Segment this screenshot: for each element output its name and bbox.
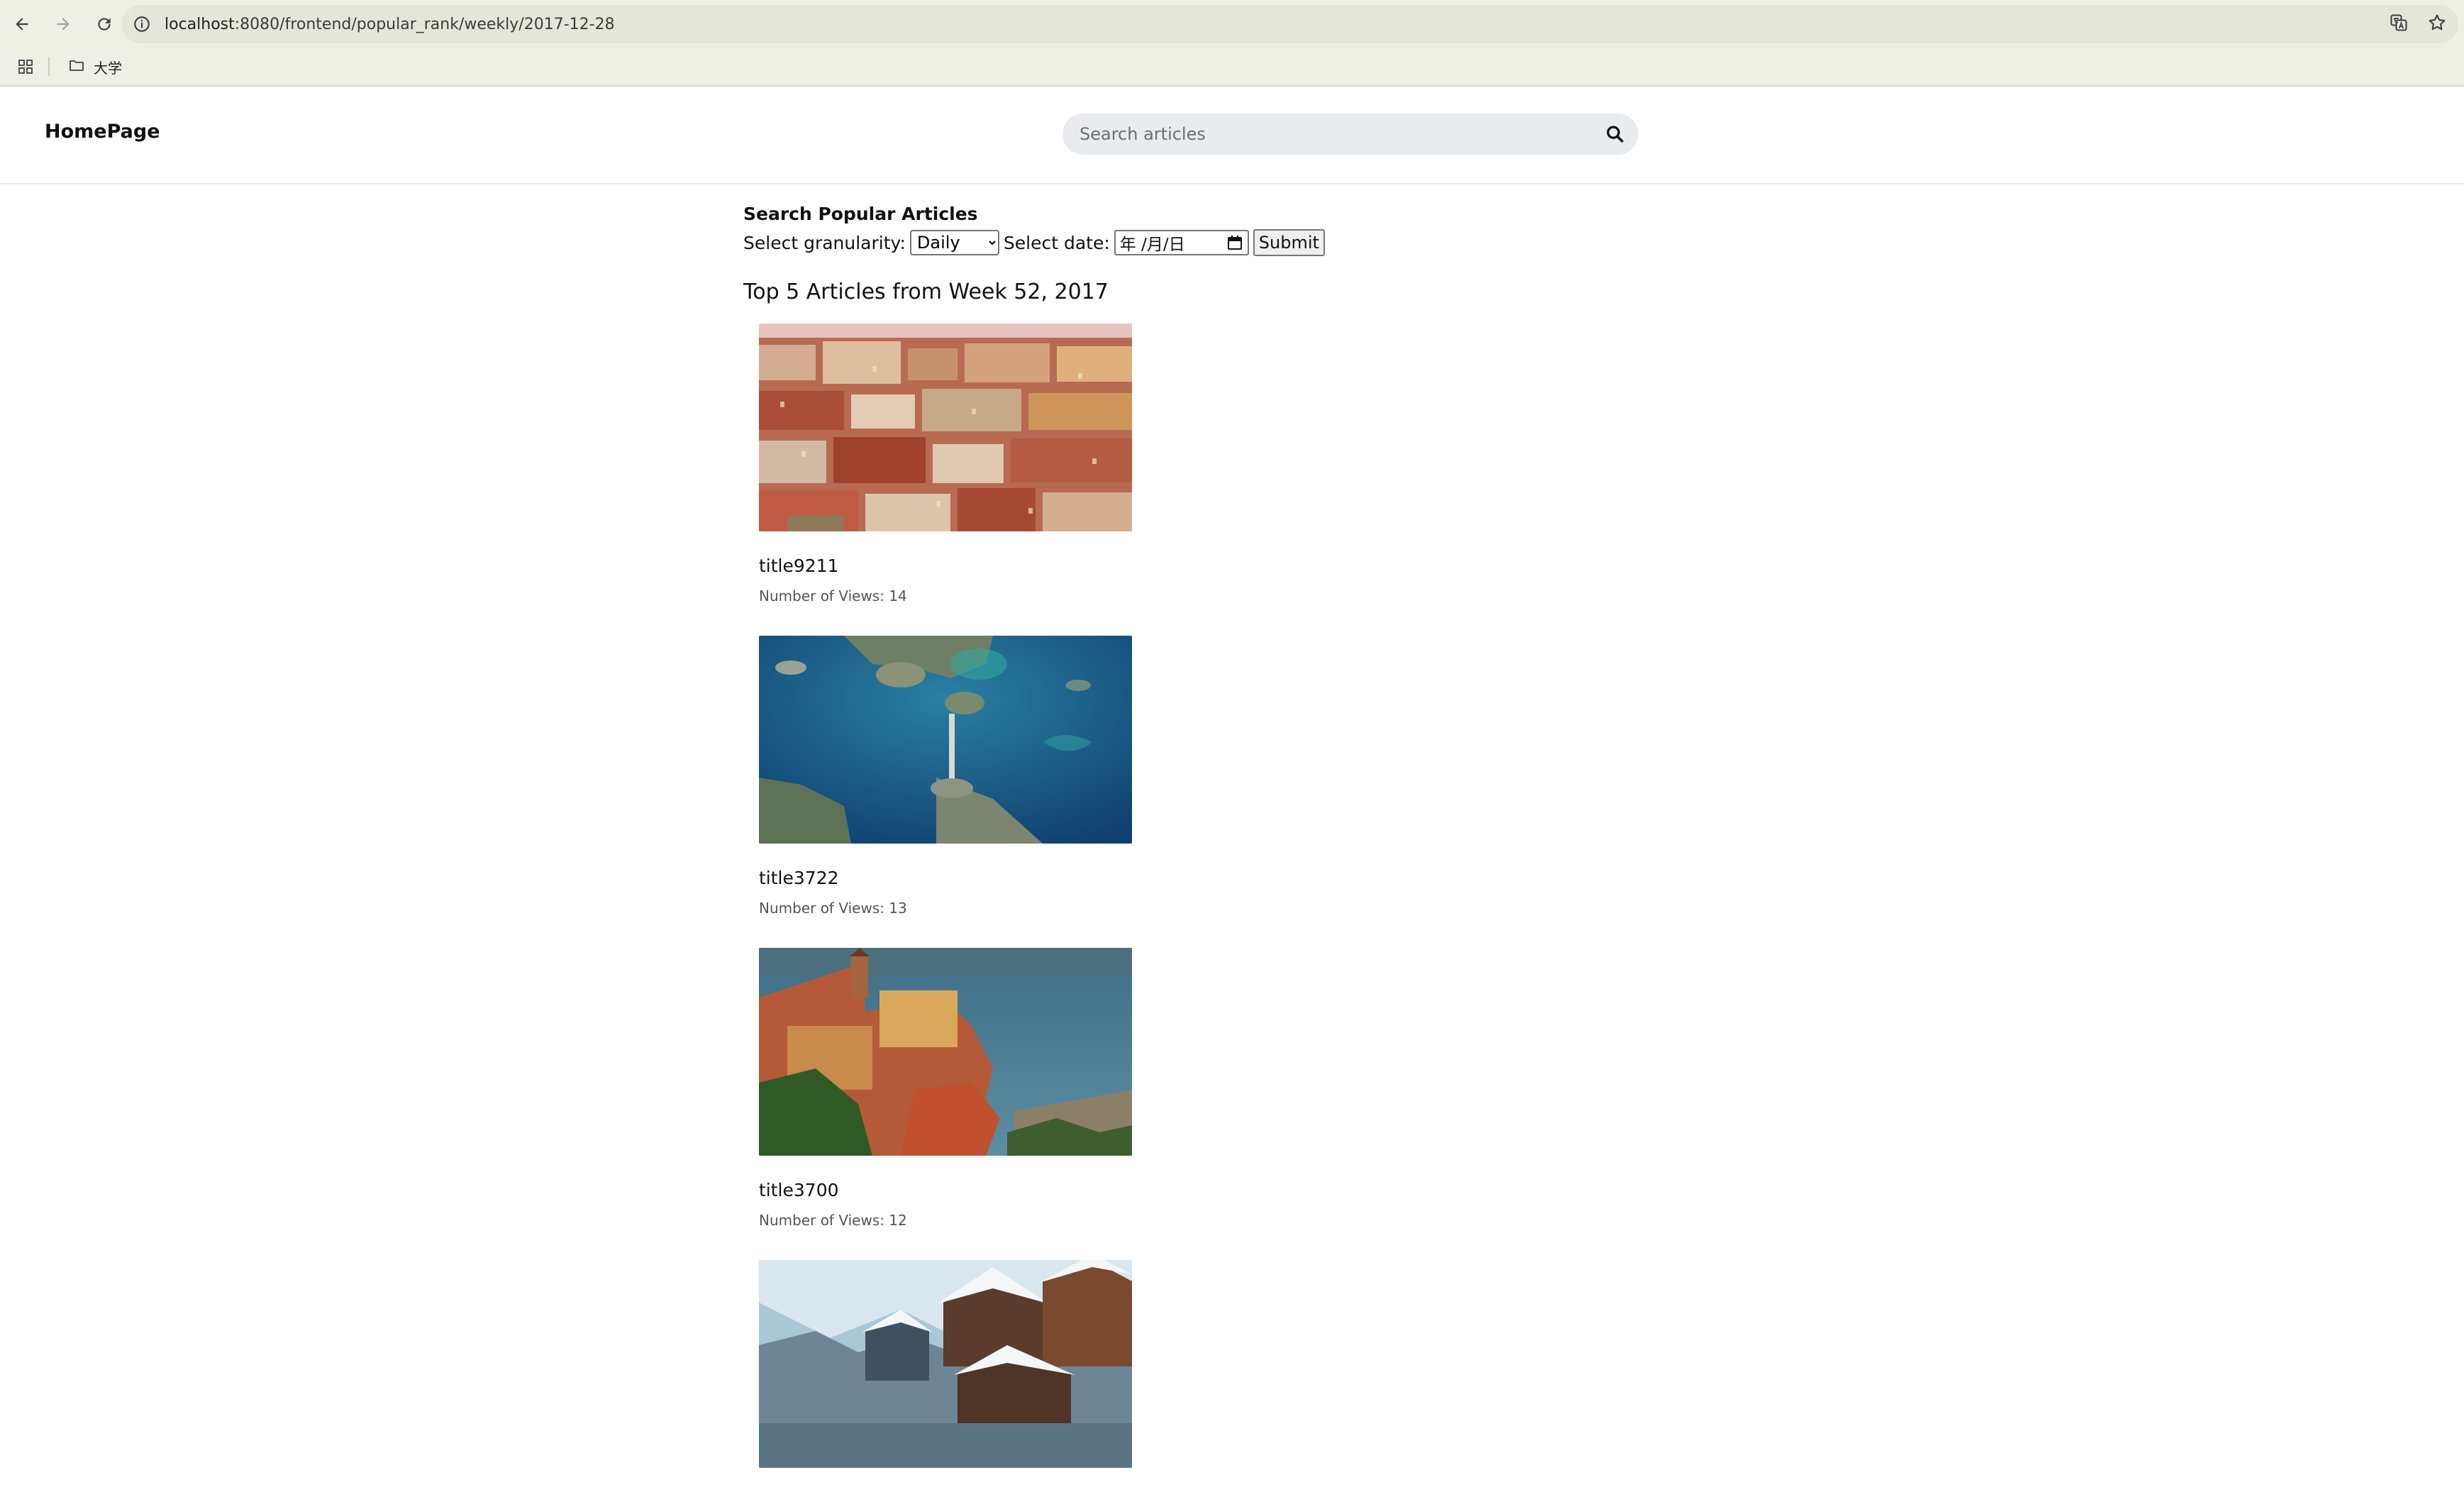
bookmark-folder[interactable]: 大学	[68, 57, 122, 77]
browser-toolbar: localhost:8080/frontend/popular_rank/wee…	[0, 0, 2464, 48]
translate-icon[interactable]	[2389, 13, 2409, 35]
bookmark-star-icon[interactable]	[2427, 13, 2447, 35]
bookmarks-separator	[48, 57, 50, 76]
reload-icon[interactable]	[85, 5, 123, 43]
article-card[interactable]: title3700 Number of Views: 12	[759, 948, 1135, 1229]
folder-icon	[68, 57, 85, 77]
article-thumbnail[interactable]	[759, 636, 1132, 844]
article-thumbnail[interactable]	[759, 1260, 1132, 1468]
search-input[interactable]	[1078, 123, 1570, 145]
article-title[interactable]: title9211	[759, 556, 1135, 576]
article-thumbnail[interactable]	[759, 324, 1132, 531]
address-bar[interactable]: localhost:8080/frontend/popular_rank/wee…	[122, 5, 2458, 43]
calendar-icon[interactable]	[1226, 234, 1243, 251]
apps-grid-icon[interactable]	[16, 57, 35, 77]
forward-icon[interactable]	[44, 5, 82, 43]
article-card[interactable]: title3722 Number of Views: 13	[759, 636, 1135, 917]
article-title[interactable]: title3700	[759, 1180, 1135, 1200]
url-host: localhost	[165, 15, 235, 33]
submit-button[interactable]: Submit	[1253, 229, 1325, 256]
article-views: Number of Views: 13	[759, 900, 907, 917]
granularity-select[interactable]: Daily	[909, 230, 999, 255]
article-card[interactable]	[759, 1260, 1135, 1492]
main-content: Search Popular Articles Select granulari…	[743, 200, 1736, 1468]
url-text: localhost:8080/frontend/popular_rank/wee…	[165, 16, 615, 33]
site-header: HomePage	[0, 87, 2464, 184]
homepage-link[interactable]: HomePage	[45, 121, 160, 143]
granularity-label: Select granularity:	[743, 232, 906, 253]
article-title[interactable]: title3722	[759, 868, 1135, 888]
back-icon[interactable]	[3, 5, 41, 43]
bookmarks-bar: 大学	[0, 48, 2464, 87]
url-path: :8080/frontend/popular_rank/weekly/2017-…	[234, 15, 615, 33]
search-bar	[1062, 114, 1638, 155]
date-input[interactable]: 年 /月/日	[1114, 230, 1249, 255]
date-label: Select date:	[1003, 232, 1110, 253]
article-thumbnail[interactable]	[759, 948, 1132, 1156]
article-card[interactable]: title9211 Number of Views: 14	[759, 324, 1135, 604]
bookmark-folder-label: 大学	[94, 59, 122, 77]
form-heading: Search Popular Articles	[743, 204, 978, 224]
results-title: Top 5 Articles from Week 52, 2017	[743, 280, 1109, 304]
article-views: Number of Views: 14	[759, 587, 907, 604]
search-icon[interactable]	[1604, 123, 1626, 145]
date-placeholder: 年 /月/日	[1119, 236, 1185, 254]
search-form: Select granularity: Daily Select date: 年…	[743, 228, 1736, 257]
site-info-icon[interactable]	[132, 14, 152, 34]
article-views: Number of Views: 12	[759, 1212, 907, 1229]
